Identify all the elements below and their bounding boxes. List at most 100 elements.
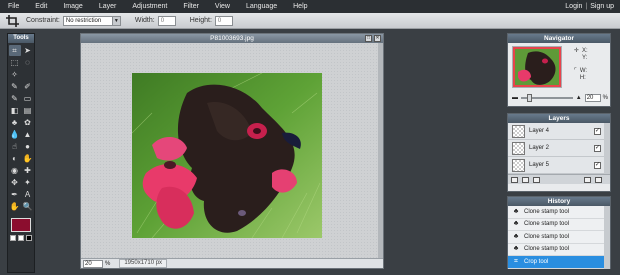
constraint-label: Constraint: xyxy=(26,17,60,24)
layer-settings-icon[interactable] xyxy=(511,176,518,183)
h-label: H: xyxy=(579,75,586,81)
history-title: History xyxy=(508,197,610,206)
layer-visibility-checkbox[interactable]: ✓ xyxy=(594,127,601,135)
marquee-icon[interactable]: ⬚ xyxy=(9,57,21,68)
new-layer-icon[interactable] xyxy=(584,176,591,183)
secondary-color-swatch[interactable] xyxy=(18,235,24,241)
navigator-view-frame[interactable] xyxy=(513,47,561,87)
blur-icon[interactable]: 💧 xyxy=(9,129,21,140)
color-picker-icon[interactable]: ✒ xyxy=(9,189,21,200)
signup-link[interactable]: Sign up xyxy=(590,3,614,10)
account-links: Login | Sign up xyxy=(565,0,614,13)
red-eye-icon[interactable]: ◉ xyxy=(9,165,21,176)
zoom-icon[interactable]: 🔍 xyxy=(22,201,34,212)
canvas-zoom-input[interactable]: 20 xyxy=(83,259,103,268)
layer-list: Layer 4 ✓ Layer 2 ✓ Layer 5 ✓ xyxy=(508,123,610,174)
secondary-color-swatch[interactable] xyxy=(26,235,32,241)
history-scrollbar[interactable] xyxy=(604,206,610,269)
bucket-icon[interactable]: ◧ xyxy=(9,105,21,116)
canvas-scrollbar[interactable] xyxy=(378,43,383,259)
history-item[interactable]: ♣ Clone stamp tool xyxy=(508,206,610,219)
zoom-slider[interactable] xyxy=(521,93,573,102)
crop-icon[interactable]: ⌗ xyxy=(8,45,21,56)
smudge-icon[interactable]: ☝ xyxy=(9,141,21,152)
clone-stamp-icon: ♣ xyxy=(513,207,519,215)
navigator-thumbnail[interactable] xyxy=(512,46,562,88)
width-input[interactable]: 0 xyxy=(157,15,176,26)
menu-filter[interactable]: Filter xyxy=(175,0,207,13)
photo-canvas[interactable] xyxy=(132,73,322,238)
menu-adjustment[interactable]: Adjustment xyxy=(124,0,175,13)
navigator-panel: Navigator ✛ X: Y: ⌜ W: H: ▬ ▲ 20 % xyxy=(507,33,611,107)
history-item[interactable]: ⌗ Crop tool xyxy=(508,256,610,269)
history-item[interactable]: ♣ Clone stamp tool xyxy=(508,231,610,244)
pattern-icon[interactable]: ✿ xyxy=(22,117,34,128)
layer-visibility-checkbox[interactable]: ✓ xyxy=(594,144,601,152)
constraint-select[interactable]: No restriction ▼ xyxy=(62,15,121,26)
spot-heal-icon[interactable]: ✚ xyxy=(22,165,34,176)
hand-icon[interactable]: ✋ xyxy=(9,201,21,212)
maximize-icon[interactable]: □ xyxy=(365,35,372,42)
menu-view[interactable]: View xyxy=(207,0,238,13)
menu-edit[interactable]: Edit xyxy=(27,0,55,13)
width-group: Width: 0 xyxy=(135,15,176,26)
layer-visibility-checkbox[interactable]: ✓ xyxy=(594,161,601,169)
layer-item[interactable]: Layer 2 ✓ xyxy=(508,140,610,157)
layer-thumbnail xyxy=(512,158,525,172)
history-item-label: Clone stamp tool xyxy=(524,246,570,253)
bloat-icon[interactable]: ✥ xyxy=(9,177,21,188)
primary-color-swatch[interactable] xyxy=(11,218,31,232)
magic-wand-icon[interactable]: ✧ xyxy=(9,69,21,80)
burn-icon[interactable]: ✋ xyxy=(22,153,34,164)
clone-stamp-icon[interactable]: ♣ xyxy=(9,117,21,128)
secondary-color-swatch[interactable] xyxy=(10,235,16,241)
color-replace-icon[interactable]: ✎ xyxy=(9,93,21,104)
delete-layer-icon[interactable] xyxy=(595,176,602,183)
menu-language[interactable]: Language xyxy=(238,0,285,13)
cursor-icon: ✛ xyxy=(574,48,580,54)
pinch-icon[interactable]: ✦ xyxy=(22,177,34,188)
brush-icon[interactable]: ✐ xyxy=(22,81,34,92)
height-label: Height: xyxy=(189,17,212,24)
type-icon[interactable]: A xyxy=(22,189,34,200)
layers-title: Layers xyxy=(508,114,610,123)
menu-help[interactable]: Help xyxy=(285,0,315,13)
layer-name: Layer 4 xyxy=(529,128,550,134)
dodge-icon[interactable]: ◐ xyxy=(9,153,21,164)
window-buttons: □ ✕ xyxy=(365,35,381,42)
zoom-in-icon[interactable]: ▲ xyxy=(576,95,582,101)
sponge-icon[interactable]: ● xyxy=(22,141,34,152)
menu-layer[interactable]: Layer xyxy=(91,0,125,13)
history-item[interactable]: ♣ Clone stamp tool xyxy=(508,218,610,231)
layers-scrollbar[interactable] xyxy=(604,123,610,174)
layer-mask-icon[interactable] xyxy=(522,176,529,183)
lasso-icon[interactable]: ◌ xyxy=(22,57,34,68)
login-link[interactable]: Login xyxy=(565,3,582,10)
close-icon[interactable]: ✕ xyxy=(374,35,381,42)
zoom-out-icon[interactable]: ▬ xyxy=(512,95,518,101)
history-item[interactable]: ♣ Clone stamp tool xyxy=(508,243,610,256)
navigator-zoom-input[interactable]: 20 xyxy=(584,93,601,102)
layer-item[interactable]: Layer 5 ✓ xyxy=(508,157,610,174)
height-input[interactable]: 0 xyxy=(214,15,233,26)
menu-image[interactable]: Image xyxy=(55,0,90,13)
navigator-title: Navigator xyxy=(508,34,610,43)
secondary-color-row xyxy=(8,235,34,241)
navigator-zoom-unit: % xyxy=(602,94,608,101)
history-item-label: Clone stamp tool xyxy=(524,208,570,215)
tool-grid: ⌗ ➤ ⬚ ◌ ✧ ✎ ✐ ✎ ▭ ◧ ▤ ♣ ✿ 💧 ▲ ☝ ● ◐ ✋ ◉ ✚ ✥ ✦ ✒ A ✋ 🔍 xyxy=(8,43,34,214)
blank-icon[interactable] xyxy=(22,69,34,80)
canvas-area[interactable] xyxy=(81,43,379,259)
history-panel: History ♣ Clone stamp tool ♣ Clone stamp to… xyxy=(507,196,611,269)
image-window-titlebar[interactable]: P81003693.jpg □ ✕ xyxy=(81,34,383,43)
pencil-icon[interactable]: ✎ xyxy=(9,81,21,92)
zoom-slider-knob[interactable] xyxy=(527,93,533,102)
eraser-icon[interactable]: ▭ xyxy=(22,93,34,104)
menu-file[interactable]: File xyxy=(0,0,27,13)
layer-style-icon[interactable] xyxy=(533,176,540,183)
history-item-label: Clone stamp tool xyxy=(524,221,570,228)
layer-item[interactable]: Layer 4 ✓ xyxy=(508,123,610,140)
move-icon[interactable]: ➤ xyxy=(22,45,34,56)
gradient-icon[interactable]: ▤ xyxy=(22,105,34,116)
sharpen-icon[interactable]: ▲ xyxy=(22,129,34,140)
